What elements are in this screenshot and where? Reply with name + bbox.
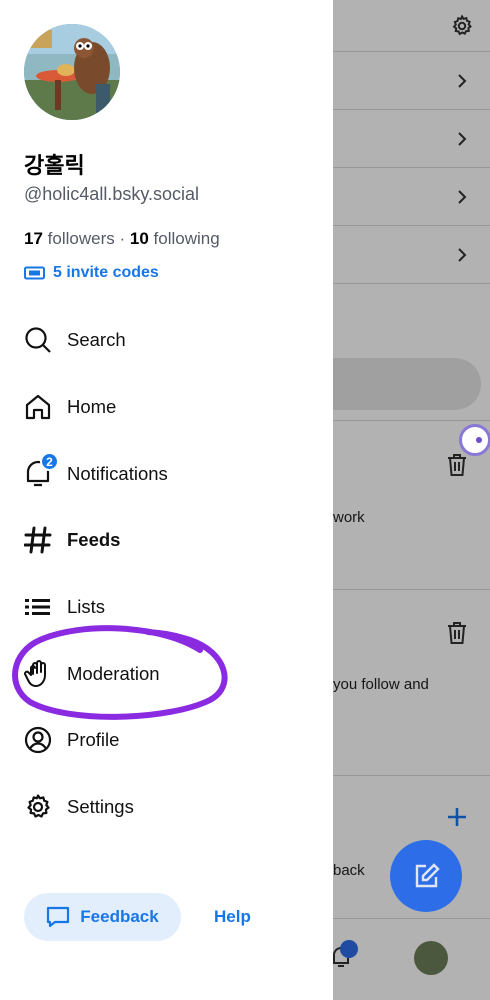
avatar[interactable] bbox=[24, 24, 120, 120]
invite-codes-label: 5 invite codes bbox=[53, 264, 159, 281]
nav-item-notifications[interactable]: 2 Notifications bbox=[24, 452, 314, 494]
nav-item-search[interactable]: Search bbox=[24, 320, 314, 360]
followers-count[interactable]: 17 bbox=[24, 229, 43, 248]
hash-icon bbox=[23, 526, 52, 554]
nav-label: Home bbox=[67, 396, 117, 417]
stats-separator: · bbox=[114, 229, 130, 248]
message-icon bbox=[47, 906, 70, 928]
ticket-icon bbox=[24, 266, 45, 280]
floating-assistant-bubble[interactable] bbox=[459, 424, 490, 456]
nav-label: Feeds bbox=[67, 529, 121, 550]
display-name: 강홀릭 bbox=[24, 153, 85, 178]
followers-label[interactable]: followers bbox=[48, 229, 115, 248]
nav-label: Search bbox=[67, 329, 126, 350]
nav-label: Settings bbox=[67, 796, 134, 817]
nav-item-feeds[interactable]: Feeds bbox=[23, 520, 314, 560]
invite-codes-link[interactable]: 5 invite codes bbox=[24, 263, 159, 283]
following-label[interactable]: following bbox=[154, 229, 220, 248]
nav-item-home[interactable]: Home bbox=[24, 387, 314, 427]
list-icon bbox=[24, 593, 52, 621]
avatar-image bbox=[24, 24, 120, 120]
feedback-button[interactable]: Feedback bbox=[24, 893, 181, 941]
notification-badge: 2 bbox=[40, 452, 59, 471]
home-icon bbox=[24, 393, 52, 421]
follow-stats: 17 followers · 10 following bbox=[24, 229, 220, 249]
hand-icon bbox=[24, 660, 52, 688]
following-count[interactable]: 10 bbox=[130, 229, 149, 248]
compose-icon bbox=[415, 863, 440, 888]
nav-label: Lists bbox=[67, 596, 106, 617]
nav-item-profile[interactable]: Profile bbox=[24, 720, 314, 760]
profile-icon bbox=[24, 726, 52, 754]
nav-item-moderation[interactable]: Moderation bbox=[24, 654, 314, 694]
help-link[interactable]: Help bbox=[214, 907, 251, 927]
nav-label: Notifications bbox=[67, 463, 168, 484]
search-icon bbox=[24, 326, 52, 354]
feedback-label: Feedback bbox=[80, 907, 159, 926]
nav-item-lists[interactable]: Lists bbox=[24, 587, 314, 627]
user-handle: @holic4all.bsky.social bbox=[24, 184, 200, 204]
gear-icon bbox=[24, 793, 52, 821]
nav-label: Moderation bbox=[67, 663, 160, 684]
bell-icon: 2 bbox=[24, 452, 59, 488]
compose-button[interactable] bbox=[390, 840, 462, 912]
side-drawer: 강홀릭 @holic4all.bsky.social 17 followers … bbox=[0, 0, 333, 1000]
nav-label: Profile bbox=[67, 729, 120, 750]
nav-item-settings[interactable]: Settings bbox=[24, 787, 314, 827]
